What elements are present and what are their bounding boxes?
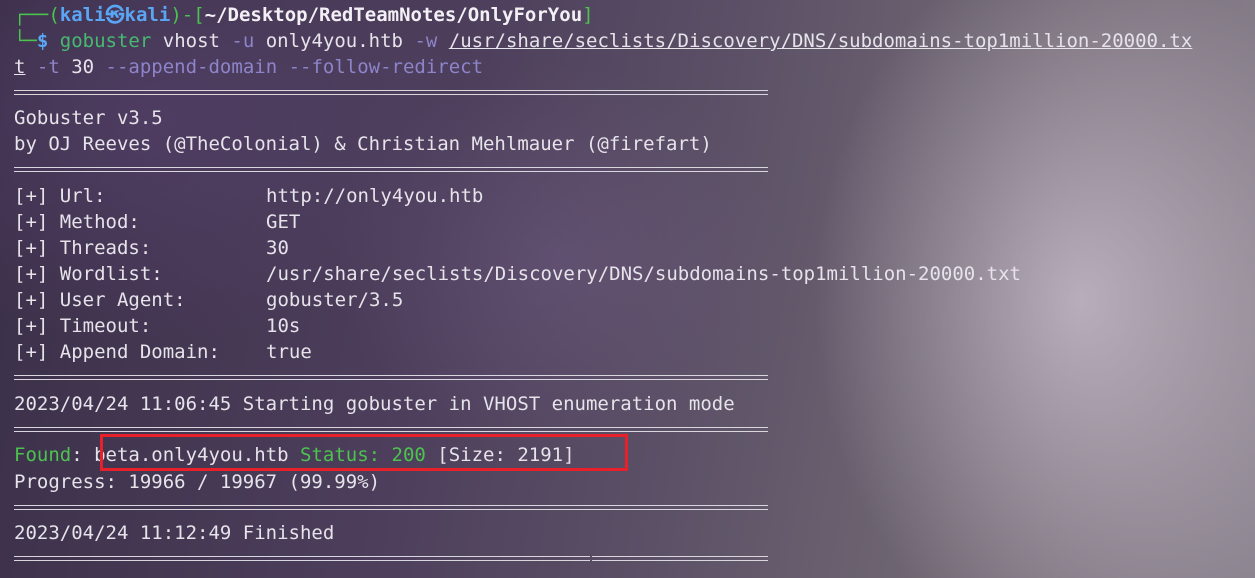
command-flag-t: -t [25,56,60,78]
command-follow-redirect: --follow-redirect [277,56,484,78]
command-line-wrapped[interactable]: t -t 30 --append-domain --follow-redirec… [14,54,483,80]
terminal-window[interactable]: ┌──(kali㉿kali)-[~/Desktop/RedTeamNotes/O… [14,0,1255,578]
divider-rule [592,556,768,561]
config-key: [+] Wordlist: [14,263,163,285]
command-flag-w: -w [414,30,438,52]
highlight-box [100,434,628,471]
config-key: [+] Append Domain: [14,341,220,363]
banner-authors: by OJ Reeves (@TheColonial) & Christian … [14,133,712,155]
config-row: [+] Wordlist: /usr/share/seclists/Discove… [14,261,1021,287]
command-flag-u: -u [231,30,255,52]
prompt-host: kali [124,4,171,26]
found-colon: : [71,444,95,466]
config-key: [+] Method: [14,211,140,233]
start-line: 2023/04/24 11:06:45 Starting gobuster in… [14,393,735,415]
config-value: http://only4you.htb [266,185,484,207]
finished-line: 2023/04/24 11:12:49 Finished [14,522,335,544]
config-value: /usr/share/seclists/Discovery/DNS/subdom… [266,263,1021,285]
prompt-close-bracket: ] [582,4,594,26]
config-value: 30 [266,237,289,259]
config-row: [+] Append Domain: true [14,339,312,365]
divider-rule [14,505,768,510]
prompt-cwd: ~/Desktop/RedTeamNotes/OnlyForYou [204,4,583,26]
config-row: [+] Threads: 30 [14,235,289,261]
divider-rule [14,90,768,95]
config-key: [+] Timeout: [14,315,152,337]
prompt-user: kali [59,4,106,26]
config-row: [+] User Agent: gobuster/3.5 [14,287,403,313]
config-key: [+] User Agent: [14,289,186,311]
banner-version: Gobuster v3.5 [14,107,163,129]
prompt-corner-bottom: └─ [14,30,37,52]
divider-rule [14,427,768,432]
config-value: gobuster/3.5 [266,289,404,311]
progress-line: Progress: 19966 / 19967 (99.99%) [14,471,381,493]
config-value: GET [266,211,301,233]
config-row: [+] Method: GET [14,209,300,235]
config-row: [+] Url: http://only4you.htb [14,183,483,209]
config-key: [+] Url: [14,185,106,207]
divider-rule [14,556,590,561]
prompt-at-symbol: ㉿ [105,4,125,26]
prompt-corner-top: ┌──( [14,4,60,26]
found-label: Found [14,444,72,466]
command-line[interactable]: └─$ gobuster vhost -u only4you.htb -w /u… [14,28,1192,54]
config-value: 10s [266,315,301,337]
command-subcommand: vhost [151,30,232,52]
command-wordlist-part2: t [14,56,26,78]
divider-rule [14,167,768,172]
config-value: true [266,341,312,363]
command-program: gobuster [59,30,152,52]
config-row: [+] Timeout: 10s [14,313,300,339]
prompt-dollar: $ [36,30,49,52]
prompt-line: ┌──(kali㉿kali)-[~/Desktop/RedTeamNotes/O… [14,2,594,28]
command-append-domain: --append-domain [105,56,278,78]
command-wordlist-part1: /usr/share/seclists/Discovery/DNS/subdom… [448,30,1193,52]
divider-rule [14,375,768,380]
config-key: [+] Threads: [14,237,152,259]
command-threads: 30 [59,56,106,78]
command-target: only4you.htb [254,30,415,52]
prompt-separator: )-[ [170,4,205,26]
